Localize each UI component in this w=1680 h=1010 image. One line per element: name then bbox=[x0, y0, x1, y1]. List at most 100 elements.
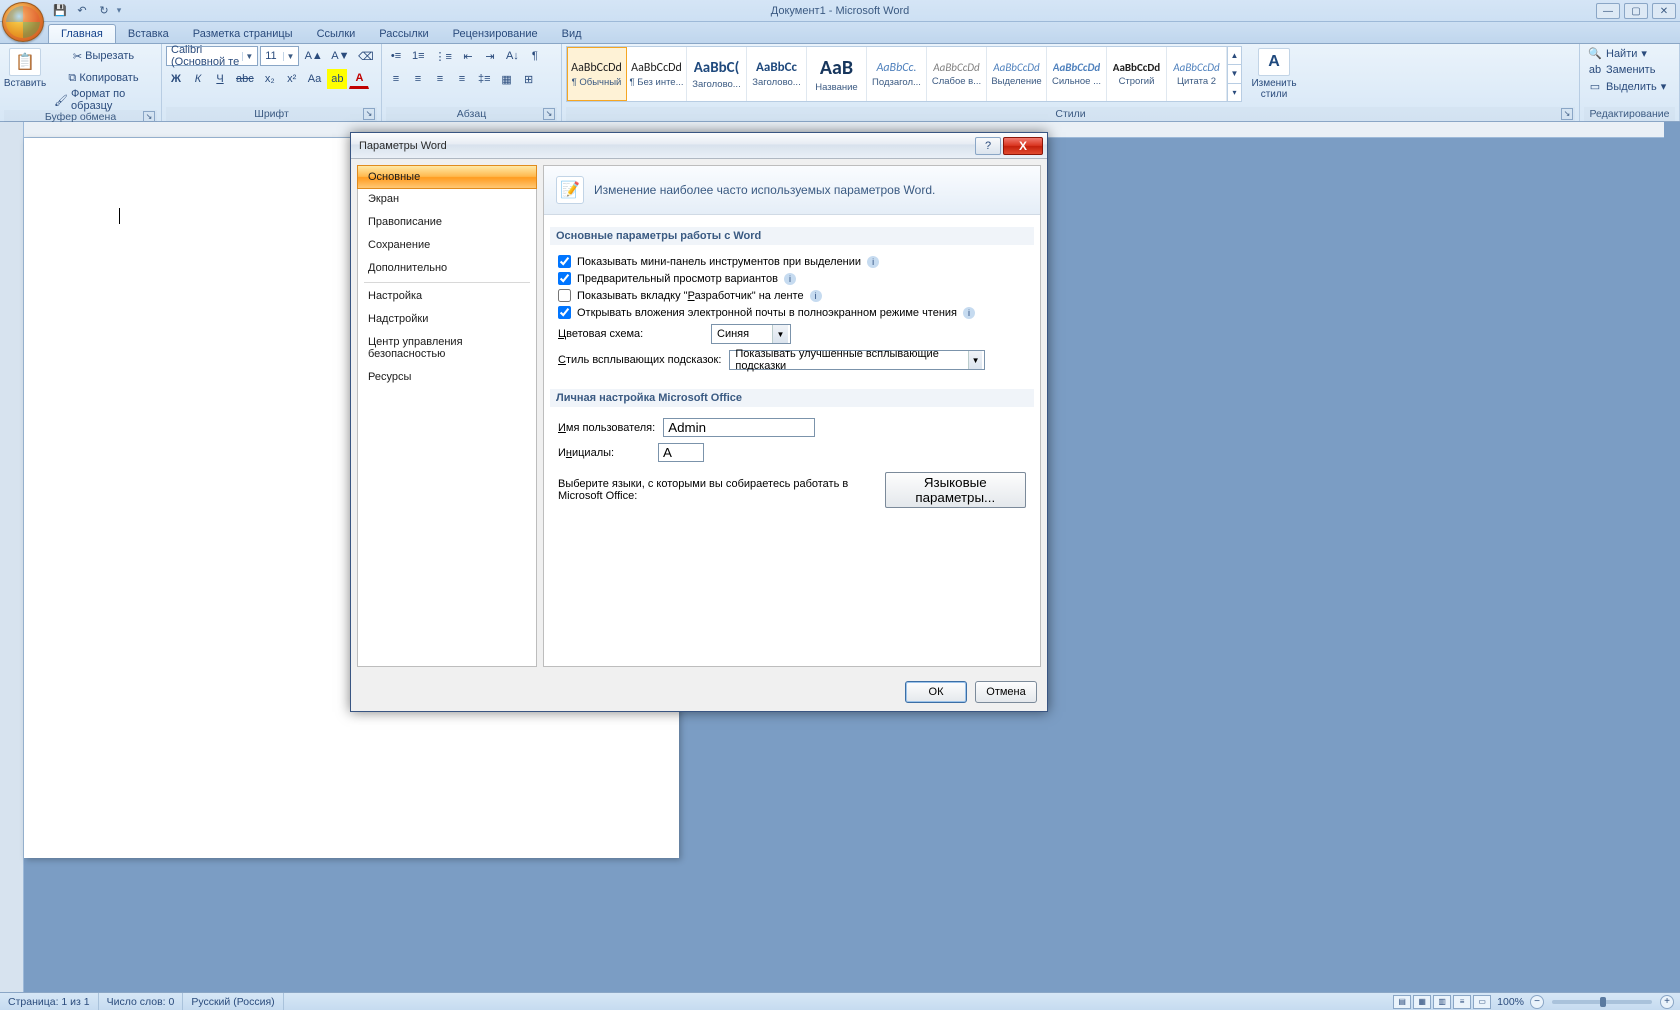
copy-button[interactable]: ⧉ Копировать bbox=[50, 68, 157, 88]
change-case-button[interactable]: Aa bbox=[304, 69, 325, 89]
decrease-indent-button[interactable]: ⇤ bbox=[458, 46, 478, 66]
zoom-value[interactable]: 100% bbox=[1497, 996, 1524, 1008]
gallery-down[interactable]: ▼ bbox=[1228, 65, 1241, 83]
style-item[interactable]: AaBbCcDdСтрогий bbox=[1107, 47, 1167, 101]
clear-formatting-button[interactable]: ⌫ bbox=[355, 46, 377, 66]
align-right-button[interactable]: ≡ bbox=[430, 69, 450, 89]
bullets-button[interactable]: •≡ bbox=[386, 46, 406, 66]
shading-button[interactable]: ▦ bbox=[497, 69, 517, 89]
font-color-button[interactable]: A bbox=[349, 69, 369, 89]
styles-launcher[interactable]: ↘ bbox=[1561, 108, 1573, 120]
zoom-in-button[interactable]: + bbox=[1660, 995, 1674, 1009]
change-styles-button[interactable]: A Изменить стили bbox=[1246, 46, 1302, 102]
developer-tab-checkbox[interactable] bbox=[558, 289, 571, 302]
subscript-button[interactable]: x₂ bbox=[260, 69, 280, 89]
tab-разметка страницы[interactable]: Разметка страницы bbox=[181, 25, 305, 43]
view-web-button[interactable]: ▥ bbox=[1433, 995, 1451, 1009]
style-item[interactable]: AaBbCcDdВыделение bbox=[987, 47, 1047, 101]
style-item[interactable]: AaBbCcDd¶ Обычный bbox=[567, 47, 627, 101]
italic-button[interactable]: К bbox=[188, 69, 208, 89]
increase-indent-button[interactable]: ⇥ bbox=[480, 46, 500, 66]
strikethrough-button[interactable]: abc bbox=[232, 69, 258, 89]
tooltip-style-dropdown[interactable]: Показывать улучшенные всплывающие подска… bbox=[729, 350, 985, 370]
status-language[interactable]: Русский (Россия) bbox=[183, 993, 283, 1010]
info-icon[interactable]: i bbox=[867, 256, 879, 268]
line-spacing-button[interactable]: ‡≡ bbox=[474, 69, 495, 89]
replace-button[interactable]: abЗаменить bbox=[1584, 63, 1670, 77]
nav-item[interactable]: Ресурсы bbox=[358, 366, 536, 389]
view-reading-button[interactable]: ▦ bbox=[1413, 995, 1431, 1009]
paragraph-launcher[interactable]: ↘ bbox=[543, 108, 555, 120]
zoom-slider[interactable] bbox=[1552, 1000, 1652, 1004]
format-painter-button[interactable]: 🖌 Формат по образцу bbox=[50, 90, 157, 110]
vertical-ruler[interactable] bbox=[0, 122, 24, 992]
dialog-help-button[interactable]: ? bbox=[975, 137, 1001, 155]
align-center-button[interactable]: ≡ bbox=[408, 69, 428, 89]
font-launcher[interactable]: ↘ bbox=[363, 108, 375, 120]
shrink-font-button[interactable]: A▼ bbox=[328, 46, 353, 66]
style-item[interactable]: AaBbCcЗаголово... bbox=[747, 47, 807, 101]
numbering-button[interactable]: 1≡ bbox=[408, 46, 429, 66]
show-marks-button[interactable]: ¶ bbox=[525, 46, 545, 66]
cut-button[interactable]: ✂ Вырезать bbox=[50, 46, 157, 66]
minimize-button[interactable]: — bbox=[1596, 3, 1620, 19]
font-name-combo[interactable]: Calibri (Основной те▼ bbox=[166, 46, 258, 66]
superscript-button[interactable]: x² bbox=[282, 69, 302, 89]
language-params-button[interactable]: Языковые параметры... bbox=[885, 472, 1026, 508]
initials-input[interactable] bbox=[658, 443, 704, 462]
live-preview-checkbox[interactable] bbox=[558, 272, 571, 285]
underline-button[interactable]: Ч bbox=[210, 69, 230, 89]
info-icon[interactable]: i bbox=[810, 290, 822, 302]
style-item[interactable]: AaBbCcDdЦитата 2 bbox=[1167, 47, 1227, 101]
redo-icon[interactable]: ↻ bbox=[94, 2, 114, 20]
tab-рассылки[interactable]: Рассылки bbox=[367, 25, 440, 43]
info-icon[interactable]: i bbox=[784, 273, 796, 285]
view-print-layout-button[interactable]: ▤ bbox=[1393, 995, 1411, 1009]
nav-item[interactable]: Экран bbox=[358, 188, 536, 211]
zoom-thumb[interactable] bbox=[1600, 997, 1606, 1007]
style-item[interactable]: AaBbC(Заголово... bbox=[687, 47, 747, 101]
gallery-more[interactable]: ▾ bbox=[1228, 84, 1241, 101]
cancel-button[interactable]: Отмена bbox=[975, 681, 1037, 703]
save-icon[interactable]: 💾 bbox=[50, 2, 70, 20]
close-window-button[interactable]: ✕ bbox=[1652, 3, 1676, 19]
style-item[interactable]: AaBНазвание bbox=[807, 47, 867, 101]
highlight-button[interactable]: ab bbox=[327, 69, 347, 89]
style-item[interactable]: AaBbCcDd¶ Без инте... bbox=[627, 47, 687, 101]
style-item[interactable]: AaBbCcDdСлабое в... bbox=[927, 47, 987, 101]
paste-button[interactable]: 📋 Вставить bbox=[4, 46, 46, 91]
status-page[interactable]: Страница: 1 из 1 bbox=[0, 993, 99, 1010]
grow-font-button[interactable]: A▲ bbox=[301, 46, 326, 66]
align-left-button[interactable]: ≡ bbox=[386, 69, 406, 89]
find-button[interactable]: 🔍Найти ▾ bbox=[1584, 46, 1670, 61]
status-words[interactable]: Число слов: 0 bbox=[99, 993, 184, 1010]
tab-вставка[interactable]: Вставка bbox=[116, 25, 181, 43]
select-button[interactable]: ▭Выделить ▾ bbox=[1584, 79, 1670, 94]
color-scheme-dropdown[interactable]: Синяя▼ bbox=[711, 324, 791, 344]
gallery-up[interactable]: ▲ bbox=[1228, 47, 1241, 65]
view-draft-button[interactable]: ▭ bbox=[1473, 995, 1491, 1009]
multilevel-button[interactable]: ⋮≡ bbox=[431, 46, 456, 66]
nav-item[interactable]: Основные bbox=[357, 165, 537, 189]
style-item[interactable]: AaBbCc.Подзагол... bbox=[867, 47, 927, 101]
sort-button[interactable]: A↓ bbox=[502, 46, 523, 66]
view-outline-button[interactable]: ≡ bbox=[1453, 995, 1471, 1009]
qat-customize-icon[interactable]: ▾ bbox=[116, 2, 122, 20]
ok-button[interactable]: ОК bbox=[905, 681, 967, 703]
nav-item[interactable]: Правописание bbox=[358, 211, 536, 234]
zoom-out-button[interactable]: − bbox=[1530, 995, 1544, 1009]
fullscreen-reading-checkbox[interactable] bbox=[558, 306, 571, 319]
style-item[interactable]: AaBbCcDdСильное ... bbox=[1047, 47, 1107, 101]
font-size-combo[interactable]: 11▼ bbox=[260, 46, 299, 66]
nav-item[interactable]: Настройка bbox=[358, 285, 536, 308]
tab-рецензирование[interactable]: Рецензирование bbox=[441, 25, 550, 43]
undo-icon[interactable]: ↶ bbox=[72, 2, 92, 20]
dialog-titlebar[interactable]: Параметры Word ? X bbox=[351, 133, 1047, 159]
nav-item[interactable]: Сохранение bbox=[358, 234, 536, 257]
tab-главная[interactable]: Главная bbox=[48, 24, 116, 43]
justify-button[interactable]: ≡ bbox=[452, 69, 472, 89]
maximize-button[interactable]: ▢ bbox=[1624, 3, 1648, 19]
nav-item[interactable]: Надстройки bbox=[358, 308, 536, 331]
borders-button[interactable]: ⊞ bbox=[519, 69, 539, 89]
username-input[interactable] bbox=[663, 418, 815, 437]
